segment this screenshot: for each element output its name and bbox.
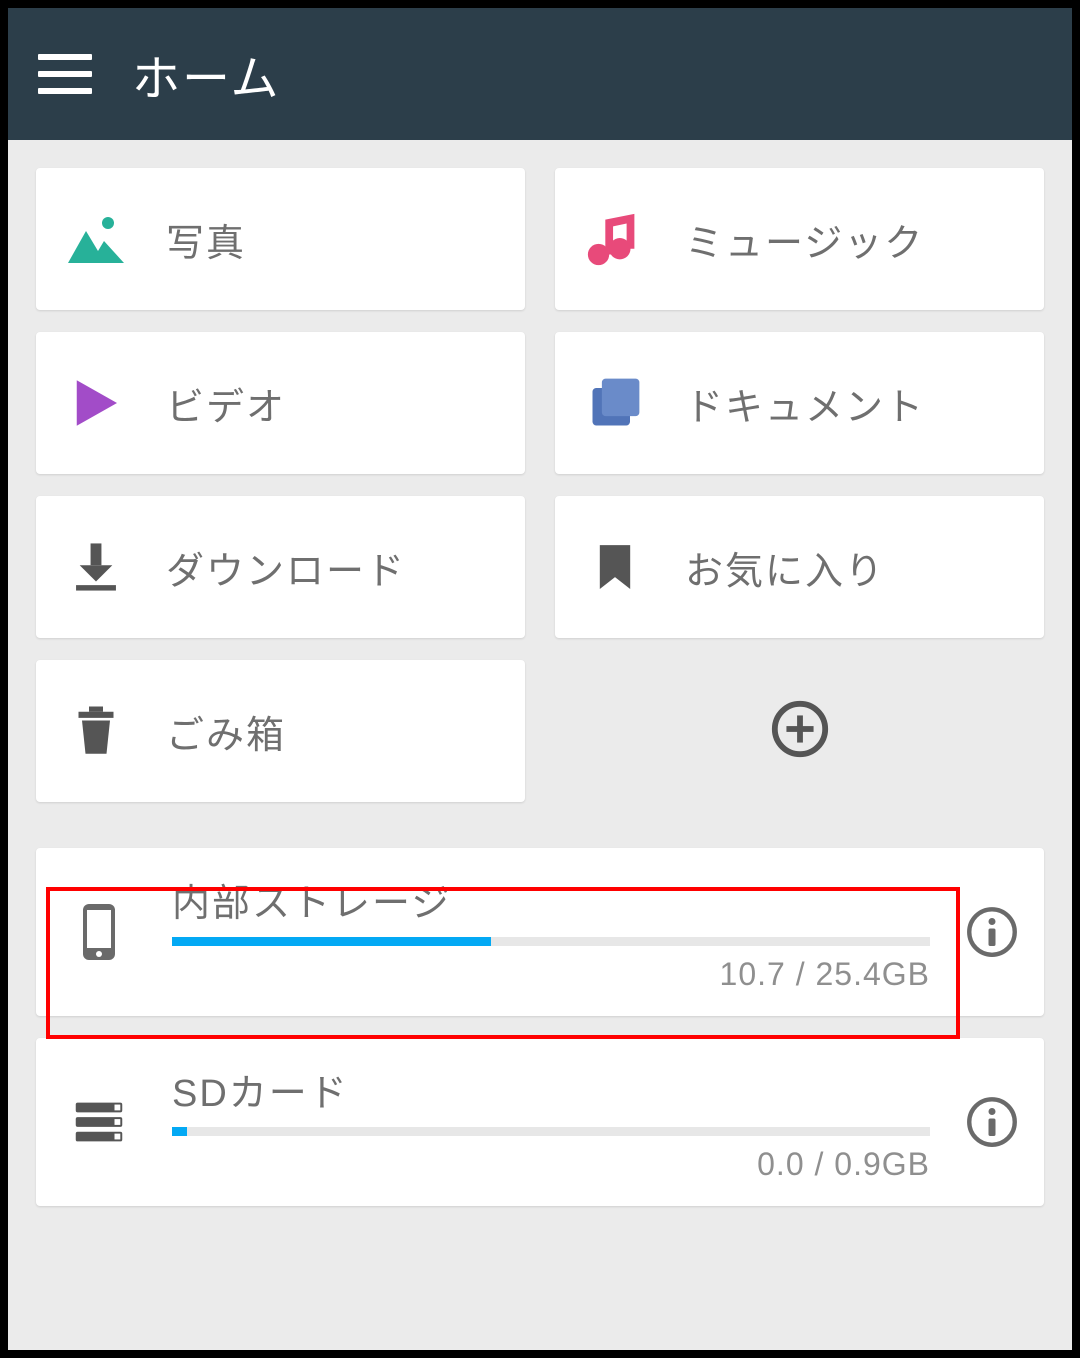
tile-photos[interactable]: 写真 xyxy=(36,168,525,310)
storage-title: 内部ストレージ xyxy=(172,872,930,927)
storage-progress-fill xyxy=(172,1127,187,1136)
tile-video[interactable]: ビデオ xyxy=(36,332,525,474)
storage-sdcard[interactable]: SDカード 0.0 / 0.9GB xyxy=(36,1038,1044,1206)
add-icon xyxy=(769,698,831,760)
info-button[interactable] xyxy=(964,904,1020,960)
storage-title: SDカード xyxy=(172,1062,930,1117)
tile-documents[interactable]: ドキュメント xyxy=(555,332,1044,474)
phone-icon xyxy=(60,893,138,971)
bookmark-icon xyxy=(579,531,651,603)
category-grid: 写真 ミュージック xyxy=(36,168,1044,802)
info-icon xyxy=(964,904,1020,960)
app-bar: ホーム xyxy=(8,8,1072,140)
tile-downloads[interactable]: ダウンロード xyxy=(36,496,525,638)
storage-list: 内部ストレージ 10.7 / 25.4GB xyxy=(36,848,1044,1206)
sdcard-icon xyxy=(60,1083,138,1161)
storage-progress-fill xyxy=(172,937,491,946)
tile-music[interactable]: ミュージック xyxy=(555,168,1044,310)
add-button[interactable] xyxy=(769,698,831,765)
document-icon xyxy=(579,367,651,439)
music-icon xyxy=(579,203,651,275)
tile-trash[interactable]: ごみ箱 xyxy=(36,660,525,802)
page-title: ホーム xyxy=(132,39,281,109)
tile-label: 写真 xyxy=(166,212,246,267)
tile-label: お気に入り xyxy=(685,540,885,595)
add-tile-cell xyxy=(555,660,1044,802)
tile-label: ダウンロード xyxy=(166,540,406,595)
storage-usage: 0.0 / 0.9GB xyxy=(172,1146,930,1183)
menu-icon[interactable] xyxy=(38,54,92,94)
info-icon xyxy=(964,1094,1020,1150)
trash-icon xyxy=(60,695,132,767)
storage-progress xyxy=(172,937,930,946)
storage-progress xyxy=(172,1127,930,1136)
info-button[interactable] xyxy=(964,1094,1020,1150)
photo-icon xyxy=(60,203,132,275)
tile-favorites[interactable]: お気に入り xyxy=(555,496,1044,638)
download-icon xyxy=(60,531,132,603)
storage-internal[interactable]: 内部ストレージ 10.7 / 25.4GB xyxy=(36,848,1044,1016)
tile-label: ビデオ xyxy=(166,376,286,431)
video-icon xyxy=(60,367,132,439)
tile-label: ドキュメント xyxy=(685,376,925,431)
storage-usage: 10.7 / 25.4GB xyxy=(172,956,930,993)
tile-label: ごみ箱 xyxy=(166,704,286,759)
tile-label: ミュージック xyxy=(685,212,924,267)
